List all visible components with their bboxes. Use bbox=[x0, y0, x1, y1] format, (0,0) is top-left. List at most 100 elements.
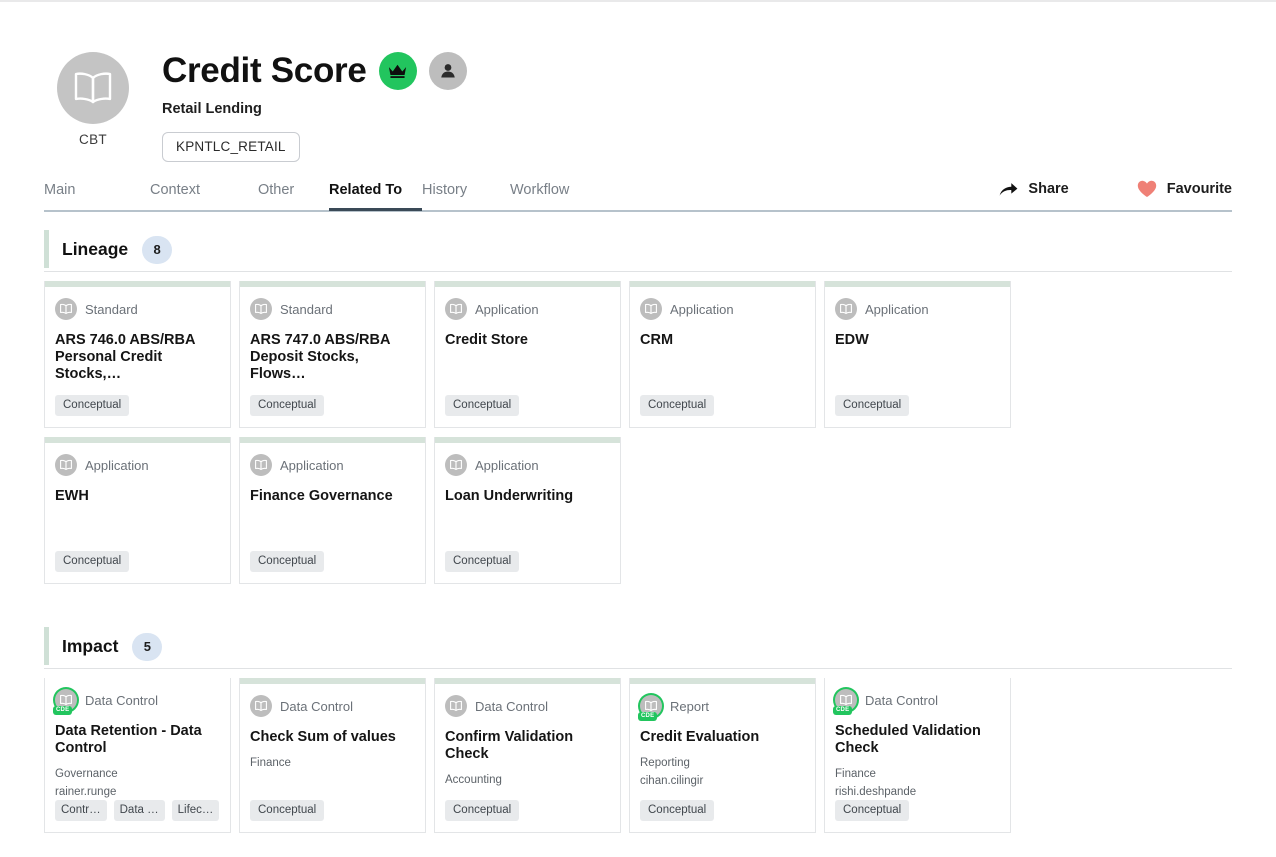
impact-card[interactable]: Data Control Confirm Validation Check Ac… bbox=[434, 678, 621, 833]
lineage-card[interactable]: Application EDW Conceptual bbox=[824, 281, 1011, 428]
card-type-row: Application bbox=[835, 298, 1000, 320]
card-body: Standard ARS 746.0 ABS/RBA Personal Cred… bbox=[45, 287, 230, 395]
card-chips: Conceptual bbox=[435, 395, 620, 427]
card-chips: Conceptual bbox=[240, 800, 425, 832]
card-icon-wrap bbox=[445, 454, 467, 476]
card-type-row: Application bbox=[55, 454, 220, 476]
entity-code-label: CBT bbox=[79, 132, 107, 147]
card-owner: rainer.runge bbox=[55, 786, 117, 798]
person-icon bbox=[428, 52, 467, 90]
card-chip[interactable]: Conceptual bbox=[445, 800, 520, 821]
card-type-row: Standard bbox=[250, 298, 415, 320]
favourite-button[interactable]: Favourite bbox=[1137, 180, 1232, 198]
card-chip[interactable]: Conceptual bbox=[55, 551, 130, 572]
tab-related-to[interactable]: Related To bbox=[329, 174, 422, 211]
card-icon-wrap: CDE bbox=[53, 689, 77, 715]
card-body: Application CRM bbox=[630, 287, 815, 395]
card-icon-wrap bbox=[835, 298, 857, 320]
section-impact-title: Impact bbox=[62, 636, 119, 656]
card-type-label: Application bbox=[85, 457, 149, 473]
favourite-label: Favourite bbox=[1166, 181, 1232, 197]
section-impact-count: 5 bbox=[132, 632, 163, 661]
card-chip[interactable]: Conceptual bbox=[640, 395, 715, 416]
tab-other[interactable]: Other bbox=[258, 174, 329, 209]
card-chip[interactable]: Conceptual bbox=[55, 395, 130, 416]
impact-row-1: CDE Data Control Data Retention - Data C… bbox=[44, 678, 1232, 833]
tab-context[interactable]: Context bbox=[150, 174, 258, 209]
cde-badge: CDE bbox=[53, 706, 73, 715]
card-chip[interactable]: Contr… bbox=[55, 800, 107, 821]
tab-workflow[interactable]: Workflow bbox=[510, 174, 605, 209]
section-accent-bar bbox=[44, 230, 49, 268]
card-type-label: Application bbox=[280, 457, 344, 473]
card-chip[interactable]: Conceptual bbox=[445, 395, 520, 416]
card-chip[interactable]: Conceptual bbox=[640, 800, 715, 821]
card-chip[interactable]: Conceptual bbox=[835, 800, 910, 821]
card-type-row: CDE Data Control bbox=[833, 689, 1000, 715]
share-label: Share bbox=[1028, 181, 1069, 197]
card-title: EDW bbox=[835, 332, 869, 348]
card-chip[interactable]: Conceptual bbox=[445, 551, 520, 572]
card-icon-wrap: CDE bbox=[833, 689, 857, 715]
card-type-row: Data Control bbox=[445, 695, 610, 717]
share-button[interactable]: Share bbox=[999, 180, 1069, 198]
card-chips: Conceptual bbox=[630, 395, 815, 427]
card-title: Confirm Validation Check bbox=[445, 729, 574, 762]
lineage-card[interactable]: Application CRM Conceptual bbox=[629, 281, 816, 428]
card-icon-wrap bbox=[55, 298, 77, 320]
card-title: Loan Underwriting bbox=[445, 488, 574, 504]
impact-card[interactable]: Data Control Check Sum of values Finance… bbox=[239, 678, 426, 833]
card-body: CDE Report Credit Evaluation Reporting c… bbox=[630, 684, 815, 800]
card-owner: cihan.cilingir bbox=[640, 775, 704, 787]
lineage-card[interactable]: Application EWH Conceptual bbox=[44, 437, 231, 584]
card-type-label: Report bbox=[670, 698, 710, 714]
card-chips: Conceptual bbox=[435, 551, 620, 583]
card-chip[interactable]: Lifec… bbox=[171, 800, 220, 821]
impact-card[interactable]: CDE Report Credit Evaluation Reporting c… bbox=[629, 678, 816, 833]
section-accent-bar bbox=[44, 627, 49, 665]
card-body: Application Credit Store bbox=[435, 287, 620, 395]
card-type-row: Standard bbox=[55, 298, 220, 320]
card-icon-wrap: CDE bbox=[638, 695, 662, 721]
lineage-card[interactable]: Standard ARS 746.0 ABS/RBA Personal Cred… bbox=[44, 281, 231, 428]
card-type-row: Data Control bbox=[250, 695, 415, 717]
card-body: Standard ARS 747.0 ABS/RBA Deposit Stock… bbox=[240, 287, 425, 395]
lineage-card[interactable]: Application Credit Store Conceptual bbox=[434, 281, 621, 428]
entity-header: CBT Credit Score Retail Lending KPNTLC_R… bbox=[44, 44, 1234, 172]
section-impact-header: Impact 5 bbox=[44, 625, 1232, 669]
card-chip[interactable]: Conceptual bbox=[250, 395, 325, 416]
card-type-row: CDE Data Control bbox=[53, 689, 220, 715]
card-body: Application EWH bbox=[45, 443, 230, 551]
card-domain: Governance bbox=[55, 768, 118, 780]
card-chip[interactable]: Conceptual bbox=[250, 551, 325, 572]
entity-tag-pill[interactable]: KPNTLC_RETAIL bbox=[162, 132, 300, 162]
card-domain: Reporting bbox=[640, 757, 690, 769]
open-book-icon bbox=[250, 298, 272, 320]
card-icon-wrap bbox=[250, 298, 272, 320]
tab-history[interactable]: History bbox=[422, 174, 510, 209]
card-title: EWH bbox=[55, 488, 89, 504]
card-type-label: Application bbox=[865, 301, 929, 317]
card-chip[interactable]: Data … bbox=[113, 800, 165, 821]
open-book-icon bbox=[445, 454, 467, 476]
card-type-label: Application bbox=[475, 457, 539, 473]
card-icon-wrap bbox=[445, 298, 467, 320]
lineage-row-2: Application EWH Conceptual Application F… bbox=[44, 437, 1232, 584]
card-chip[interactable]: Conceptual bbox=[835, 395, 910, 416]
impact-card[interactable]: CDE Data Control Data Retention - Data C… bbox=[44, 678, 231, 833]
card-type-row: Application bbox=[445, 298, 610, 320]
lineage-card[interactable]: Standard ARS 747.0 ABS/RBA Deposit Stock… bbox=[239, 281, 426, 428]
card-icon-wrap bbox=[250, 454, 272, 476]
card-chips: Conceptual bbox=[240, 395, 425, 427]
card-chip[interactable]: Conceptual bbox=[250, 800, 325, 821]
section-lineage-count: 8 bbox=[142, 235, 173, 264]
lineage-card[interactable]: Application Loan Underwriting Conceptual bbox=[434, 437, 621, 584]
lineage-card[interactable]: Application Finance Governance Conceptua… bbox=[239, 437, 426, 584]
tab-main[interactable]: Main bbox=[44, 174, 150, 209]
card-body: Data Control Confirm Validation Check Ac… bbox=[435, 684, 620, 800]
card-body: Application Loan Underwriting bbox=[435, 443, 620, 551]
open-book-icon bbox=[55, 454, 77, 476]
card-body: Application Finance Governance bbox=[240, 443, 425, 551]
impact-card[interactable]: CDE Data Control Scheduled Validation Ch… bbox=[824, 678, 1011, 833]
section-impact: Impact 5 CDE Data Control Data Retention… bbox=[44, 625, 1232, 833]
